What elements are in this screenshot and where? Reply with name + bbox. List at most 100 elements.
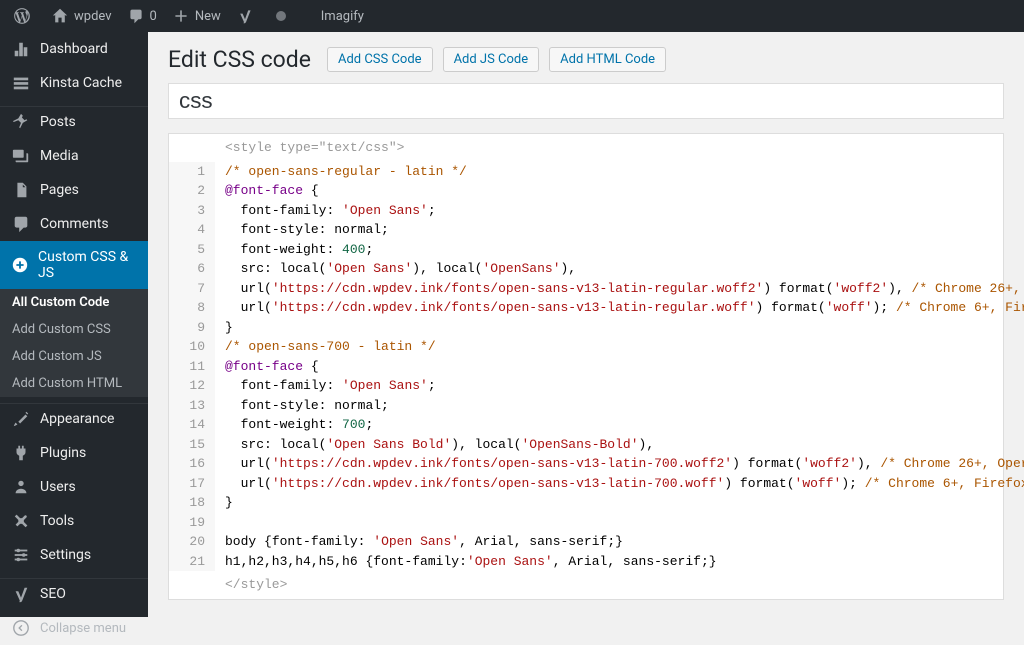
comment-icon [10, 215, 32, 233]
settings-icon [10, 546, 32, 564]
menu-pages[interactable]: Pages [0, 173, 148, 207]
code-line-21[interactable]: 21h1,h2,h3,h4,h5,h6 {font-family:'Open S… [169, 552, 1003, 572]
wp-logo[interactable] [6, 0, 44, 32]
line-number: 10 [169, 337, 215, 357]
line-number: 8 [169, 298, 215, 318]
comment-icon [128, 8, 144, 24]
code-line-20[interactable]: 20body {font-family: 'Open Sans', Arial,… [169, 532, 1003, 552]
page-title: Edit CSS code [168, 46, 311, 73]
admin-sidebar: Dashboard Kinsta Cache Posts Media Pages… [0, 32, 148, 617]
line-number: 4 [169, 220, 215, 240]
new-label: New [195, 9, 221, 24]
menu-plugins[interactable]: Plugins [0, 436, 148, 470]
line-number: 21 [169, 552, 215, 572]
line-number: 20 [169, 532, 215, 552]
yoast-icon [237, 8, 253, 24]
wordpress-icon [14, 8, 30, 24]
code-line-13[interactable]: 13 font-style: normal; [169, 396, 1003, 416]
code-line-10[interactable]: 10/* open-sans-700 - latin */ [169, 337, 1003, 357]
menu-tools[interactable]: Tools [0, 504, 148, 538]
line-number: 17 [169, 474, 215, 494]
code-line-14[interactable]: 14 font-weight: 700; [169, 415, 1003, 435]
add-html-code-button[interactable]: Add HTML Code [549, 47, 666, 72]
code-line-15[interactable]: 15 src: local('Open Sans Bold'), local('… [169, 435, 1003, 455]
new-content[interactable]: New [165, 0, 229, 32]
site-menu[interactable]: wpdev [44, 0, 120, 32]
plus-circle-icon [10, 256, 30, 274]
code-line-7[interactable]: 7 url('https://cdn.wpdev.ink/fonts/open-… [169, 279, 1003, 299]
style-open-tag: <style type="text/css"> [169, 134, 1003, 162]
code-line-17[interactable]: 17 url('https://cdn.wpdev.ink/fonts/open… [169, 474, 1003, 494]
line-number: 19 [169, 513, 215, 533]
status-dot[interactable] [267, 0, 295, 32]
code-line-1[interactable]: 1/* open-sans-regular - latin */ [169, 162, 1003, 182]
circle-icon [275, 10, 287, 22]
users-icon [10, 478, 32, 496]
brush-icon [10, 410, 32, 428]
line-number: 2 [169, 181, 215, 201]
menu-kinsta[interactable]: Kinsta Cache [0, 66, 148, 100]
home-icon [52, 8, 68, 24]
pin-icon [10, 113, 32, 131]
plus-icon [173, 8, 189, 24]
menu-comments[interactable]: Comments [0, 207, 148, 241]
line-number: 15 [169, 435, 215, 455]
media-icon [10, 147, 32, 165]
menu-seo[interactable]: SEO [0, 578, 148, 611]
plugin-icon [10, 444, 32, 462]
menu-custom-css-js[interactable]: Custom CSS & JS [0, 241, 148, 289]
line-number: 6 [169, 259, 215, 279]
code-editor[interactable]: <style type="text/css"> 1/* open-sans-re… [168, 133, 1004, 600]
code-line-12[interactable]: 12 font-family: 'Open Sans'; [169, 376, 1003, 396]
comments-count: 0 [150, 9, 157, 24]
menu-appearance[interactable]: Appearance [0, 403, 148, 436]
page-header: Edit CSS code Add CSS Code Add JS Code A… [168, 46, 1004, 73]
comments-menu[interactable]: 0 [120, 0, 165, 32]
submenu-add-css[interactable]: Add Custom CSS [0, 316, 148, 343]
add-css-code-button[interactable]: Add CSS Code [327, 47, 433, 72]
line-number: 9 [169, 318, 215, 338]
yoast-icon [10, 585, 32, 603]
main-content: Edit CSS code Add CSS Code Add JS Code A… [148, 32, 1024, 617]
submenu-custom-css-js: All Custom Code Add Custom CSS Add Custo… [0, 289, 148, 397]
wrench-icon [10, 512, 32, 530]
code-line-2[interactable]: 2@font-face { [169, 181, 1003, 201]
line-number: 18 [169, 493, 215, 513]
pages-icon [10, 181, 32, 199]
menu-posts[interactable]: Posts [0, 106, 148, 139]
submenu-add-js[interactable]: Add Custom JS [0, 343, 148, 370]
menu-dashboard[interactable]: Dashboard [0, 32, 148, 66]
kinsta-icon [10, 74, 32, 92]
imagify-menu[interactable]: Imagify [313, 0, 372, 32]
site-name: wpdev [74, 9, 112, 24]
admin-toolbar: wpdev 0 New Imagify [0, 0, 1024, 32]
code-line-8[interactable]: 8 url('https://cdn.wpdev.ink/fonts/open-… [169, 298, 1003, 318]
submenu-all-code[interactable]: All Custom Code [0, 289, 148, 316]
code-line-16[interactable]: 16 url('https://cdn.wpdev.ink/fonts/open… [169, 454, 1003, 474]
code-line-19[interactable]: 19 [169, 513, 1003, 533]
code-line-18[interactable]: 18} [169, 493, 1003, 513]
menu-users[interactable]: Users [0, 470, 148, 504]
yoast-menu[interactable] [229, 0, 267, 32]
code-line-11[interactable]: 11@font-face { [169, 357, 1003, 377]
menu-settings[interactable]: Settings [0, 538, 148, 572]
imagify-label: Imagify [321, 9, 364, 24]
line-number: 3 [169, 201, 215, 221]
style-close-tag: </style> [169, 571, 1003, 599]
line-number: 5 [169, 240, 215, 260]
line-number: 12 [169, 376, 215, 396]
submenu-add-html[interactable]: Add Custom HTML [0, 370, 148, 397]
code-line-9[interactable]: 9} [169, 318, 1003, 338]
code-line-4[interactable]: 4 font-style: normal; [169, 220, 1003, 240]
add-js-code-button[interactable]: Add JS Code [443, 47, 540, 72]
line-number: 14 [169, 415, 215, 435]
post-title-input[interactable] [168, 83, 1004, 119]
collapse-menu[interactable]: Collapse menu [0, 611, 148, 645]
code-line-3[interactable]: 3 font-family: 'Open Sans'; [169, 201, 1003, 221]
menu-media[interactable]: Media [0, 139, 148, 173]
line-number: 7 [169, 279, 215, 299]
code-line-5[interactable]: 5 font-weight: 400; [169, 240, 1003, 260]
line-number: 16 [169, 454, 215, 474]
code-line-6[interactable]: 6 src: local('Open Sans'), local('OpenSa… [169, 259, 1003, 279]
line-number: 11 [169, 357, 215, 377]
